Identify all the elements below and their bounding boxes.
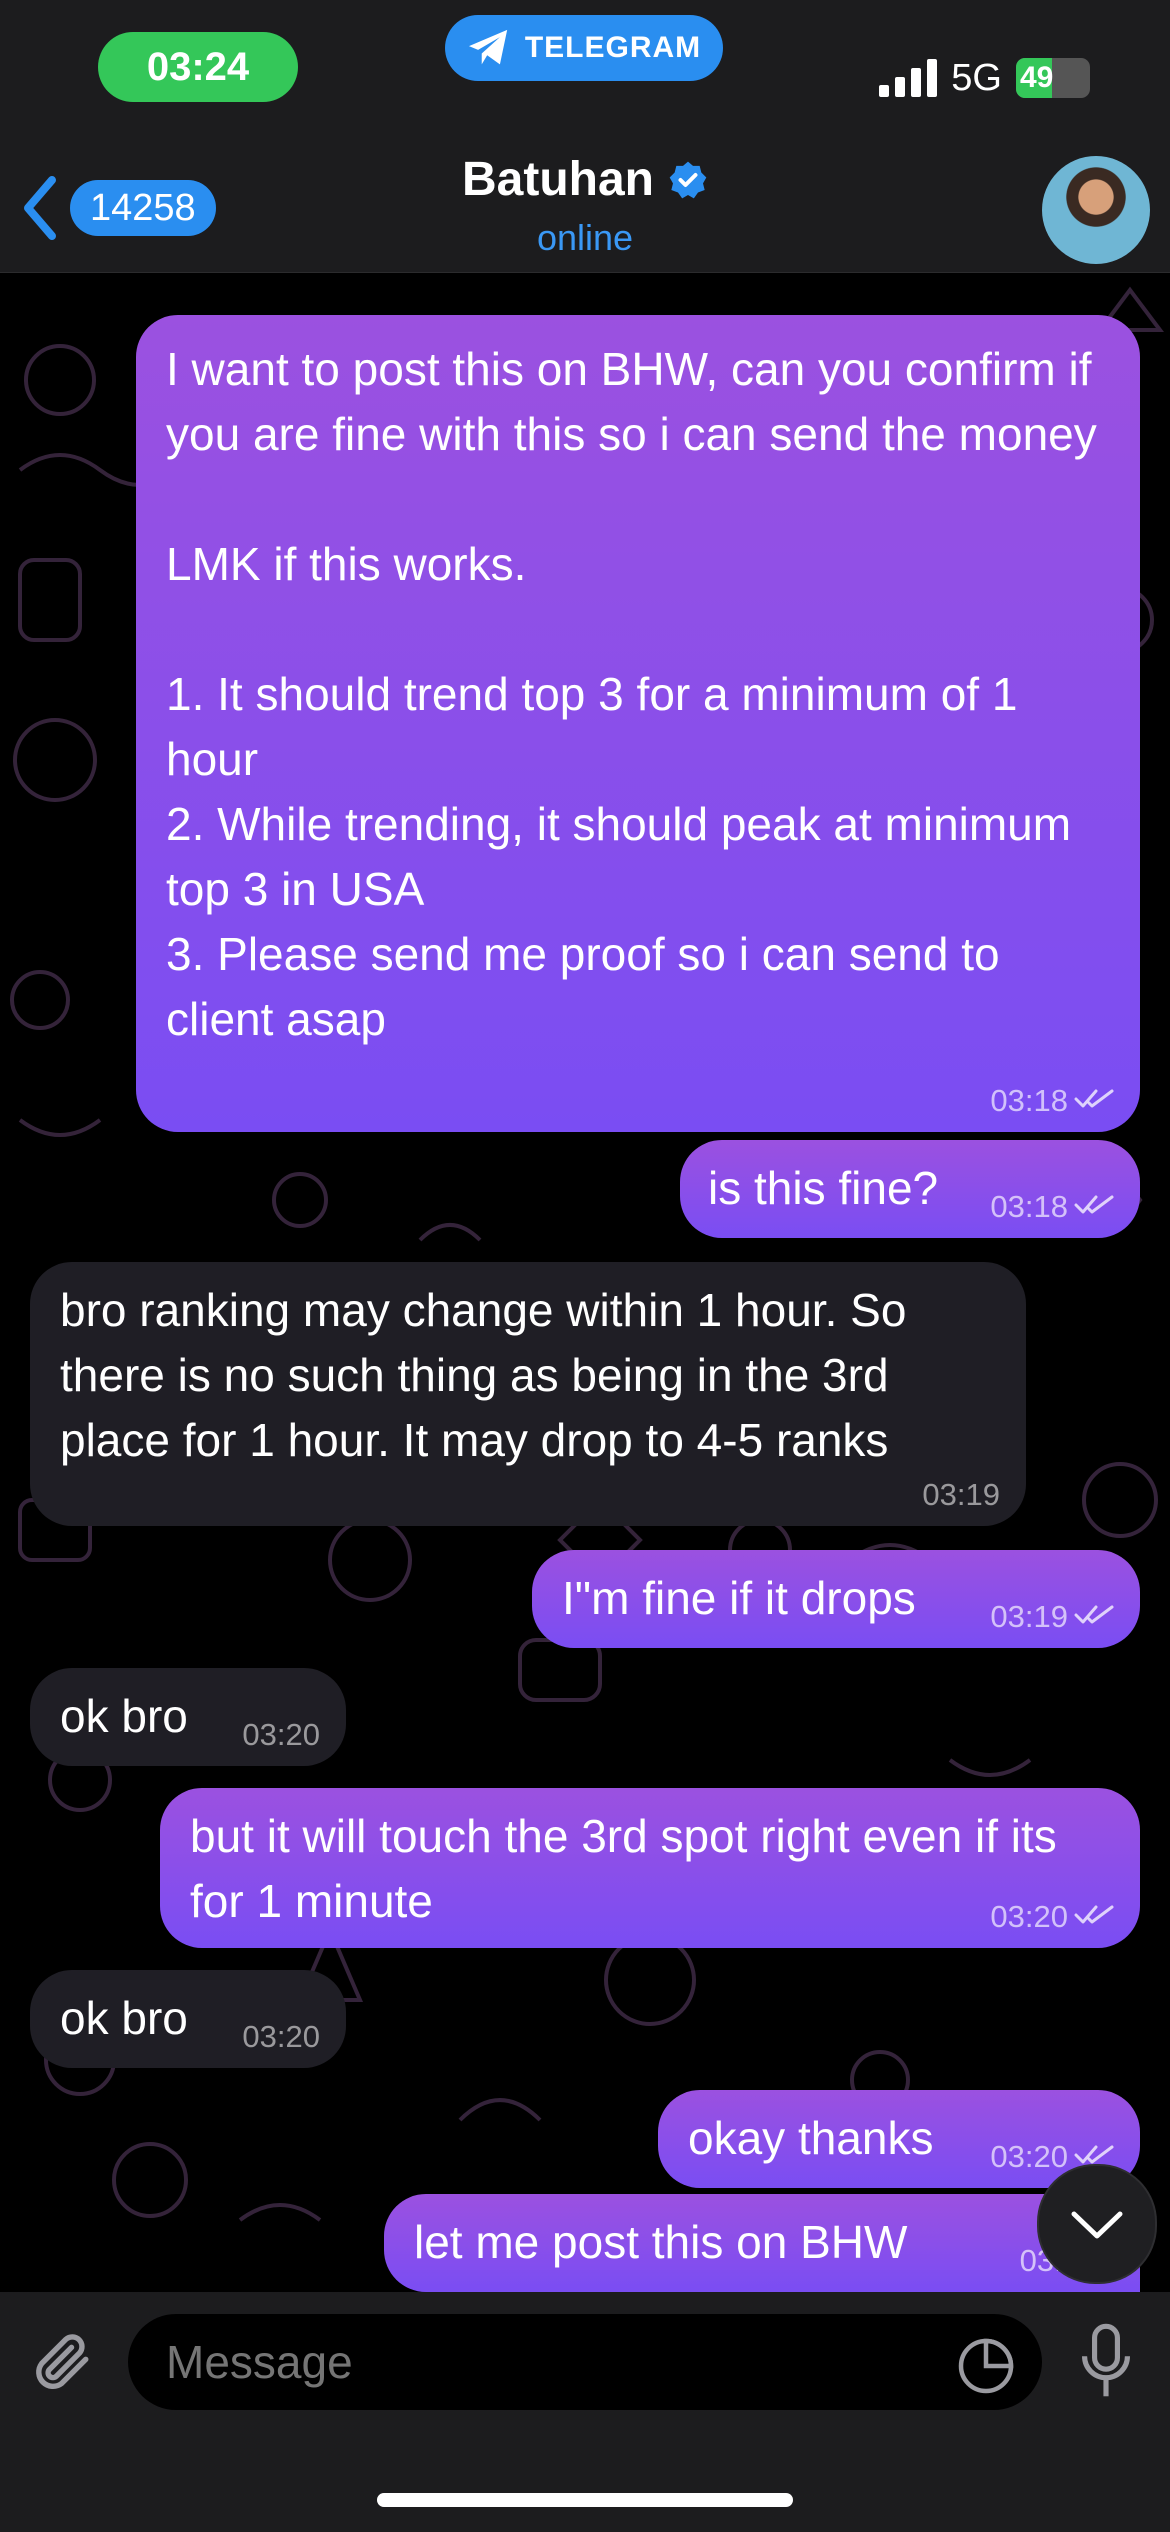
message-text: bro ranking may change within 1 hour. So… [60,1284,920,1466]
status-indicators: 5G 49 [879,48,1090,108]
contact-status: online [536,217,634,258]
sticker-icon[interactable] [956,2336,1016,2396]
message-bubble-outgoing[interactable]: is this fine? 03:18 [680,1140,1140,1238]
attach-paperclip-icon[interactable] [28,2328,98,2402]
message-bubble-incoming[interactable]: ok bro 03:20 [30,1668,346,1766]
message-time: 03:18 [990,1083,1068,1118]
scroll-down-chevron-icon [1071,2211,1123,2239]
message-bubble-incoming[interactable]: bro ranking may change within 1 hour. So… [30,1262,1026,1526]
message-time: 03:20 [242,1717,320,1752]
message-bubble-incoming[interactable]: ok bro 03:20 [30,1970,346,2068]
home-indicator [377,2493,793,2507]
message-bubble-outgoing[interactable]: but it will touch the 3rd spot right eve… [160,1788,1140,1948]
message-time: 03:19 [922,1477,1000,1512]
message-bubble-outgoing[interactable]: let me post this on BHW 03:2 [384,2194,1140,2292]
message-time: 03:19 [990,1599,1068,1634]
telegram-plane-icon [468,29,508,65]
message-bubble-outgoing[interactable]: I want to post this on BHW, can you conf… [136,315,1140,1132]
message-time: 03:20 [990,2139,1068,2174]
read-check-icon [1074,1084,1114,1118]
app-pill-label: TELEGRAM [524,31,702,64]
contact-title[interactable]: Batuhan online [0,152,1170,259]
scroll-to-bottom-button[interactable] [1037,2164,1157,2284]
verified-badge-icon [669,161,707,198]
chat-header: 03:24 TELEGRAM 5G 49 14258 Batuhan onlin… [0,0,1170,273]
message-time: 03:20 [242,2019,320,2054]
message-text: I want to post this on BHW, can you conf… [166,343,1097,1045]
contact-name: Batuhan [462,153,654,206]
message-time: 03:20 [990,1899,1068,1934]
message-bubble-outgoing[interactable]: I"m fine if it drops 03:19 [532,1550,1140,1648]
battery-icon: 49 [1016,58,1090,98]
message-time: 03:18 [990,1189,1068,1224]
network-type: 5G [951,56,1002,99]
message-input[interactable] [128,2314,1042,2410]
telegram-app-pill[interactable]: TELEGRAM [445,15,723,81]
read-check-icon [1074,1190,1114,1224]
status-time: 03:24 [98,32,298,102]
battery-level: 49 [1020,61,1054,94]
microphone-icon[interactable] [1076,2322,1136,2402]
contact-avatar[interactable] [1042,156,1150,264]
signal-icon [879,59,938,97]
read-check-icon [1074,1900,1114,1934]
message-composer [0,2292,1170,2532]
read-check-icon [1074,1600,1114,1634]
